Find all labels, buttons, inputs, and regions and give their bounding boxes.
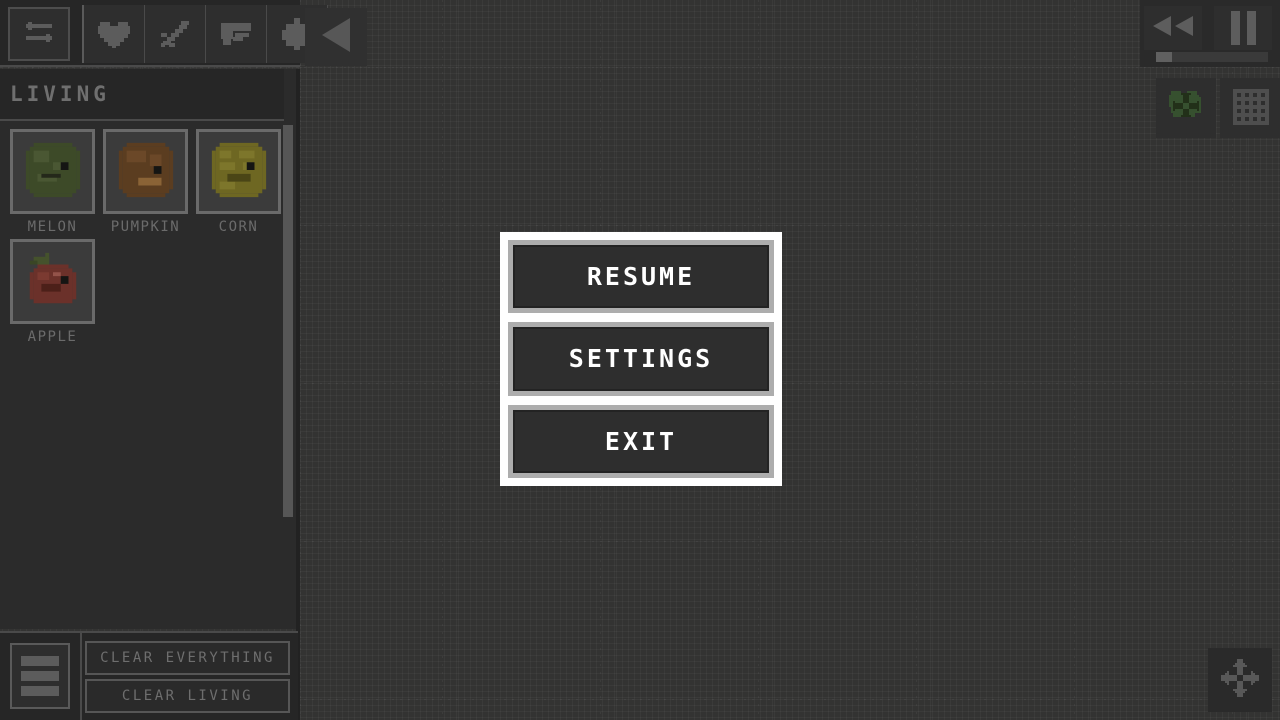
panel-body[interactable]: MELON PUMPKIN CORN APPLE xyxy=(0,121,298,629)
clear-button-group: CLEAR EVERYTHING CLEAR LIVING xyxy=(85,641,290,713)
panel-scrollbar-track[interactable] xyxy=(283,69,296,629)
grid-line-v xyxy=(442,0,443,720)
settings-button-label: SETTINGS xyxy=(568,344,714,374)
settings-button-inner: SETTINGS xyxy=(513,327,769,391)
collapse-panel-button[interactable] xyxy=(305,8,367,66)
item-label: CORN xyxy=(218,219,259,235)
pause-bar xyxy=(1230,11,1240,45)
speed-slider-thumb[interactable] xyxy=(1156,52,1172,62)
bottom-toolbar-divider xyxy=(80,633,82,720)
pumpkin-sprite xyxy=(115,139,177,205)
list-menu-icon xyxy=(21,656,59,696)
exit-button-inner: EXIT xyxy=(513,409,769,473)
rewind-icon xyxy=(1151,14,1195,42)
game-screen: LIVING MELON PUMPKIN CORN APPLE CLEAR EV… xyxy=(0,0,1280,720)
playback-controls xyxy=(1140,0,1280,67)
list-item[interactable]: PUMPKIN xyxy=(99,129,192,235)
gun-icon xyxy=(217,19,255,49)
tool-melee[interactable] xyxy=(145,5,206,63)
move-cross-icon xyxy=(1217,655,1263,705)
item-tile-pumpkin[interactable] xyxy=(103,129,188,214)
creature-move-icon xyxy=(1165,85,1207,131)
list-item[interactable]: MELON xyxy=(6,129,99,235)
pause-icon xyxy=(1230,11,1256,45)
exit-button-label: EXIT xyxy=(604,426,678,456)
exit-button[interactable]: EXIT xyxy=(508,404,774,478)
settings-button[interactable]: SETTINGS xyxy=(508,322,774,396)
grid-line-v xyxy=(916,0,917,720)
pan-camera-button[interactable] xyxy=(1208,648,1272,712)
item-tile-corn[interactable] xyxy=(196,129,281,214)
apple-sprite xyxy=(22,249,84,315)
resume-button-inner: RESUME xyxy=(513,245,769,309)
menu-line xyxy=(21,656,59,666)
creature-move-toggle[interactable] xyxy=(1156,78,1216,138)
tool-ranged[interactable] xyxy=(206,5,267,63)
melon-sprite xyxy=(22,139,84,205)
list-item[interactable]: CORN xyxy=(192,129,285,235)
clear-living-button[interactable]: CLEAR LIVING xyxy=(85,679,290,713)
item-grid: MELON PUMPKIN CORN APPLE xyxy=(6,129,288,349)
bottom-toolbar: CLEAR EVERYTHING CLEAR LIVING xyxy=(0,631,298,720)
panel-edge xyxy=(296,69,300,720)
world-dot-grid xyxy=(300,67,1280,720)
item-label: PUMPKIN xyxy=(110,219,181,235)
item-label: APPLE xyxy=(27,329,78,345)
tool-swap[interactable] xyxy=(8,7,70,61)
heart-icon xyxy=(96,18,132,50)
menu-line xyxy=(21,686,59,696)
swap-arrows-icon xyxy=(22,18,56,50)
list-item[interactable]: APPLE xyxy=(6,239,99,345)
resume-button-label: RESUME xyxy=(586,262,696,292)
rewind-button[interactable] xyxy=(1144,6,1202,50)
top-toolbar xyxy=(0,0,328,67)
view-toggle-group xyxy=(1156,78,1280,138)
triangle-left-icon xyxy=(316,14,356,60)
pause-button[interactable] xyxy=(1214,6,1272,50)
clear-everything-button[interactable]: CLEAR EVERYTHING xyxy=(85,641,290,675)
grid-icon xyxy=(1229,85,1271,131)
grid-line-h xyxy=(0,67,1280,68)
sword-icon xyxy=(157,17,193,51)
pause-bar xyxy=(1246,11,1256,45)
panel-title: LIVING xyxy=(10,82,110,106)
item-tile-melon[interactable] xyxy=(10,129,95,214)
living-panel: LIVING MELON PUMPKIN CORN APPLE xyxy=(0,69,298,629)
panel-scrollbar-thumb[interactable] xyxy=(283,125,293,517)
speed-slider-track[interactable] xyxy=(1156,52,1268,62)
item-label: MELON xyxy=(27,219,78,235)
menu-line xyxy=(21,671,59,681)
panel-header: LIVING xyxy=(0,69,298,121)
grid-toggle[interactable] xyxy=(1220,78,1280,138)
tool-group xyxy=(82,5,328,63)
pause-menu: RESUME SETTINGS EXIT xyxy=(500,232,782,486)
item-tile-apple[interactable] xyxy=(10,239,95,324)
grid-line-v xyxy=(300,0,301,720)
corn-sprite xyxy=(208,139,270,205)
grid-line-v xyxy=(1074,0,1075,720)
resume-button[interactable]: RESUME xyxy=(508,240,774,314)
menu-button[interactable] xyxy=(10,643,70,709)
tool-life[interactable] xyxy=(84,5,145,63)
